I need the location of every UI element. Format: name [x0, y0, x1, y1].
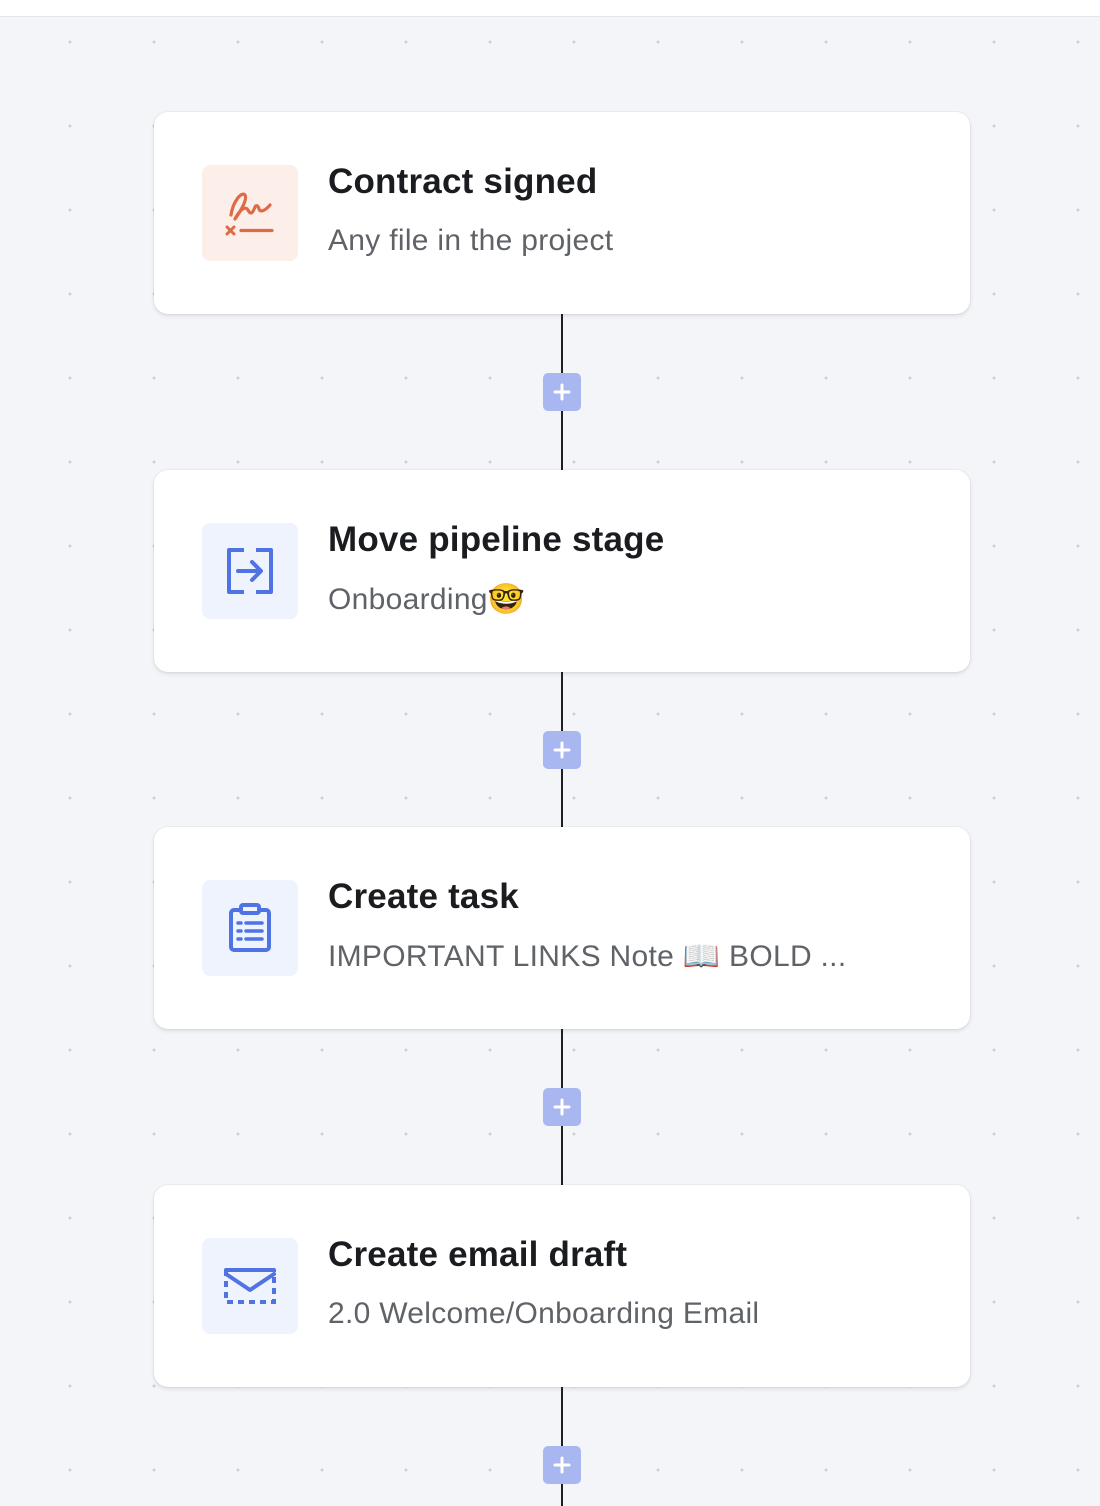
workflow-step-contract-signed[interactable]: Contract signed Any file in the project [154, 112, 970, 314]
workflow-step-create-task[interactable]: Create task IMPORTANT LINKS Note 📖 BOLD … [154, 827, 970, 1029]
workflow-canvas: Contract signed Any file in the project … [0, 0, 1100, 1506]
add-step-button[interactable] [543, 731, 581, 769]
signature-icon [202, 165, 298, 261]
add-step-button[interactable] [543, 373, 581, 411]
step-title: Move pipeline stage [328, 520, 665, 559]
workflow-step-create-email-draft[interactable]: Create email draft 2.0 Welcome/Onboardin… [154, 1185, 970, 1387]
add-step-button[interactable] [543, 1088, 581, 1126]
step-subtitle: Onboarding🤓 [328, 583, 526, 616]
step-subtitle: IMPORTANT LINKS Note 📖 BOLD ... [328, 940, 847, 973]
workflow-step-move-pipeline-stage[interactable]: Move pipeline stage Onboarding🤓 [154, 470, 970, 672]
move-stage-icon [202, 523, 298, 619]
plus-icon [553, 1098, 571, 1116]
step-subtitle: 2.0 Welcome/Onboarding Email [328, 1297, 760, 1330]
step-title: Create task [328, 877, 519, 916]
add-step-button[interactable] [543, 1446, 581, 1484]
step-title: Create email draft [328, 1235, 628, 1274]
step-title: Contract signed [328, 162, 598, 201]
plus-icon [553, 383, 571, 401]
plus-icon [553, 741, 571, 759]
clipboard-list-icon [202, 880, 298, 976]
step-subtitle: Any file in the project [328, 224, 614, 257]
email-draft-icon [202, 1238, 298, 1334]
plus-icon [553, 1456, 571, 1474]
